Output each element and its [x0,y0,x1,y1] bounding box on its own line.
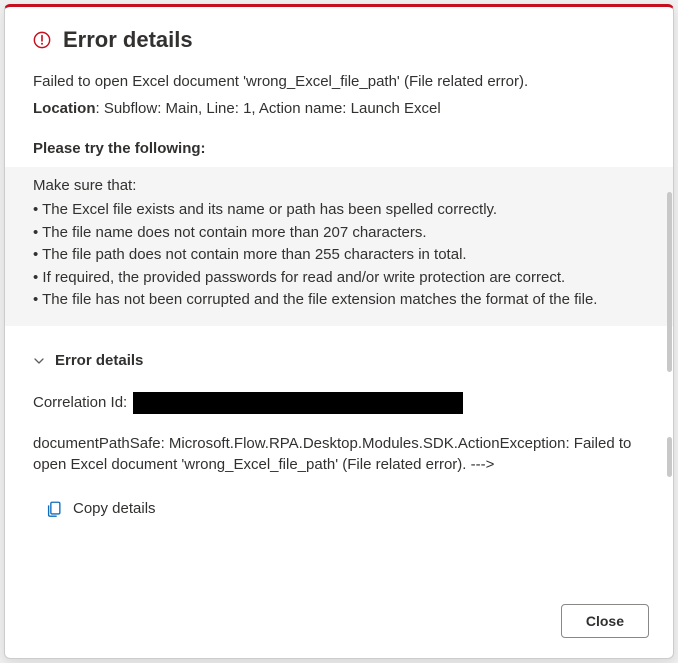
exception-text: documentPathSafe: Microsoft.Flow.RPA.Des… [33,433,645,477]
close-button[interactable]: Close [561,604,649,638]
dialog-footer: Close [5,586,673,658]
error-circle-icon [33,31,51,49]
error-location: Location: Subflow: Main, Line: 1, Action… [33,98,645,121]
suggestion-item: • The file has not been corrupted and th… [33,289,645,312]
dialog-title: Error details [63,27,193,53]
copy-details-label: Copy details [73,498,156,521]
dialog-header: Error details [5,7,673,63]
suggestion-item: • The Excel file exists and its name or … [33,199,645,222]
error-dialog: Error details Failed to open Excel docum… [4,4,674,659]
correlation-row: Correlation Id: [33,392,645,415]
dialog-body: Failed to open Excel document 'wrong_Exc… [5,63,673,586]
chevron-down-icon [33,355,45,367]
location-label: Location [33,100,96,117]
suggestions-box: Make sure that: • The Excel file exists … [5,167,673,326]
correlation-label: Correlation Id: [33,392,127,415]
error-details-label: Error details [55,350,143,373]
correlation-id-redacted [133,392,463,414]
suggestion-item: • If required, the provided passwords fo… [33,267,645,290]
scrollbar-thumb[interactable] [667,192,672,372]
suggestion-item: • The file path does not contain more th… [33,244,645,267]
location-value: : Subflow: Main, Line: 1, Action name: L… [96,100,441,117]
suggestion-item: • The file name does not contain more th… [33,222,645,245]
error-details-section: Error details Correlation Id: documentPa… [33,350,645,521]
make-sure-label: Make sure that: [33,175,645,198]
try-following-header: Please try the following: [33,138,645,161]
error-details-toggle[interactable]: Error details [33,350,645,373]
error-message: Failed to open Excel document 'wrong_Exc… [33,71,645,94]
copy-details-button[interactable]: Copy details [33,498,645,521]
scrollbar-thumb[interactable] [667,437,672,477]
copy-icon [45,500,63,518]
